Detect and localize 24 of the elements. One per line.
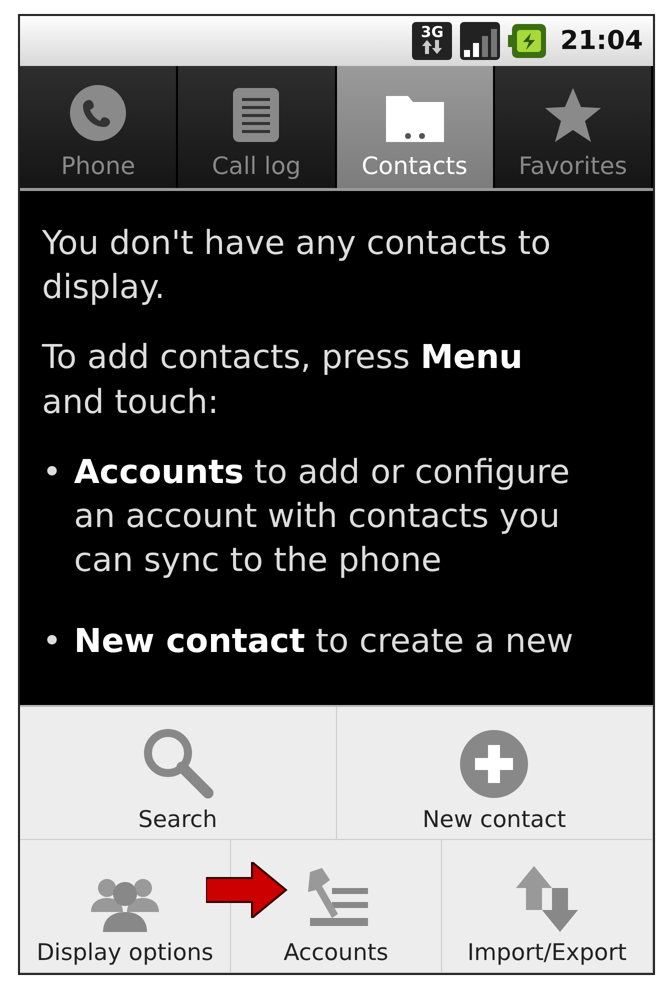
up-down-arrows-icon [516,866,578,932]
tab[interactable]: Call log [178,66,336,188]
instruction-text: Accounts to add or configure an account with contacts you can sync to the phone [74,450,571,582]
signal-icon [460,22,500,60]
battery-icon [508,24,546,58]
search-icon [142,727,214,799]
tab[interactable]: Favorites [494,66,653,188]
instruction-text: New contact to create a new [74,620,574,662]
folder-icon [386,96,444,142]
phone-icon [69,84,128,142]
network-icon: 3G [412,22,452,60]
tab[interactable]: Phone [20,66,178,188]
clock-time: 21:04 [560,26,643,56]
menu-item[interactable]: New contact [336,707,653,839]
bullet-mark: • [42,620,62,662]
plus-icon [459,729,530,799]
tab[interactable]: Contacts [336,66,495,188]
bullet-mark: • [42,450,62,493]
message-text: You don't have any contacts to display. [42,222,552,308]
message-text: To add contacts, press Menu and touch: [42,336,524,423]
star-icon [544,88,601,142]
menu-item[interactable]: Import/Export [442,840,653,972]
menu-item[interactable]: Search [20,707,336,839]
list-icon [233,88,280,142]
